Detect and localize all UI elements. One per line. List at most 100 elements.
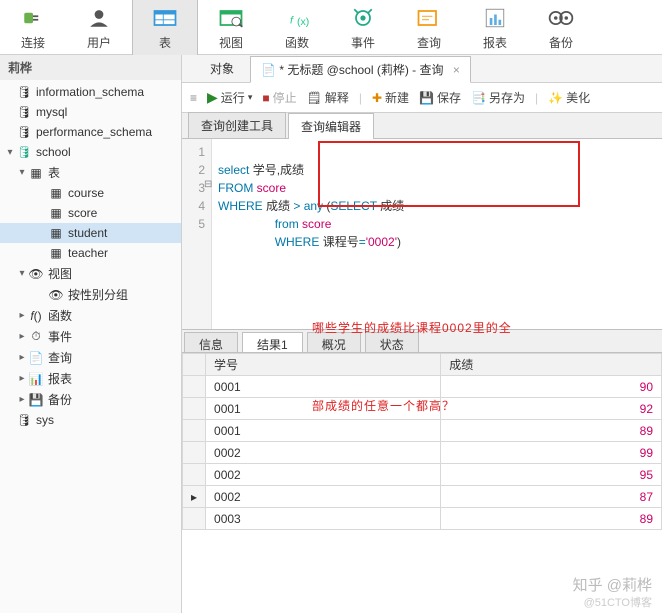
db-icon: 🛢 — [16, 124, 32, 140]
save-as-icon: 📑 — [471, 91, 486, 105]
explain-icon: 🗒 — [307, 91, 322, 105]
table-row[interactable]: 000389 — [183, 508, 662, 530]
row-marker — [183, 464, 206, 486]
explain-button[interactable]: 🗒解释 — [307, 89, 349, 106]
backup-button[interactable]: 备份 — [528, 0, 594, 55]
fn-icon: f() — [28, 308, 44, 324]
tab-query[interactable]: 📄 * 无标题 @school (莉桦) - 查询 × — [250, 56, 471, 83]
query-button[interactable]: 查询 — [396, 0, 462, 55]
query-toolbar: ≡ ▶运行▾ ■停止 🗒解释 | ✚新建 💾保存 📑另存为 | ✨美化 — [182, 83, 662, 113]
tab-builder[interactable]: 查询创建工具 — [188, 112, 286, 138]
table-icon — [149, 4, 181, 32]
sidebar: 莉桦 🛢information_schema 🛢mysql 🛢performan… — [0, 55, 182, 613]
views-icon: 👁 — [28, 266, 44, 282]
db-information-schema[interactable]: 🛢information_schema — [0, 82, 181, 102]
connection-name[interactable]: 莉桦 — [0, 55, 181, 80]
watermark-bottom: @51CTO博客 — [584, 594, 652, 610]
view-by-attr-group[interactable]: 👁按性别分组 — [0, 284, 181, 305]
node-backups[interactable]: ▸💾备份 — [0, 389, 181, 410]
highlight-box — [318, 141, 580, 207]
node-queries[interactable]: ▸📄查询 — [0, 347, 181, 368]
table-row[interactable]: ▸000287 — [183, 486, 662, 508]
query-icon — [413, 4, 445, 32]
table-student[interactable]: ▦student — [0, 223, 181, 243]
connect-button[interactable]: 连接 — [0, 0, 66, 55]
table-teacher[interactable]: ▦teacher — [0, 243, 181, 263]
cell-score[interactable]: 87 — [441, 486, 662, 508]
close-icon[interactable]: × — [453, 63, 460, 77]
expand-icon[interactable]: ▸ — [16, 394, 28, 405]
row-marker: ▸ — [183, 486, 206, 508]
tab-objects[interactable]: 对象 — [200, 56, 244, 81]
expand-icon[interactable]: ▸ — [16, 310, 28, 321]
db-mysql[interactable]: 🛢mysql — [0, 102, 181, 122]
expand-icon[interactable]: ▸ — [16, 373, 28, 384]
table-score[interactable]: ▦score — [0, 203, 181, 223]
user-button[interactable]: 用户 — [66, 0, 132, 55]
user-label: 用户 — [87, 34, 111, 51]
sql-editor[interactable]: 1 2 3 4 5 ⊟ select 学号,成绩 FROM score WHER… — [182, 139, 662, 329]
chevron-down-icon: ▾ — [248, 92, 253, 103]
db-sys[interactable]: 🛢sys — [0, 410, 181, 430]
query-label: 查询 — [417, 34, 441, 51]
main-panel: 对象 📄 * 无标题 @school (莉桦) - 查询 × ≡ ▶运行▾ ■停… — [182, 55, 662, 613]
table-course[interactable]: ▦course — [0, 183, 181, 203]
node-tables[interactable]: ▾▦表 — [0, 162, 181, 183]
node-reports[interactable]: ▸📊报表 — [0, 368, 181, 389]
editor-tabs: 对象 📄 * 无标题 @school (莉桦) - 查询 × — [182, 55, 662, 83]
report-small-icon: 📊 — [28, 371, 44, 387]
stop-button: ■停止 — [262, 89, 296, 106]
db-performance-schema[interactable]: 🛢performance_schema — [0, 122, 181, 142]
db-icon: 🛢 — [16, 144, 32, 160]
backup-small-icon: 💾 — [28, 392, 44, 408]
run-button[interactable]: ▶运行▾ — [207, 89, 252, 106]
save-icon: 💾 — [419, 91, 434, 105]
code-area[interactable]: select 学号,成绩 FROM score WHERE 成绩 > any (… — [212, 139, 662, 329]
main-toolbar: 连接 用户 表 视图 f(x) 函数 事件 查询 — [0, 0, 662, 55]
event-button[interactable]: 事件 — [330, 0, 396, 55]
row-marker — [183, 508, 206, 530]
info-icon[interactable]: ≡ — [190, 91, 197, 105]
expand-icon[interactable]: ▸ — [16, 352, 28, 363]
beautify-icon: ✨ — [548, 91, 563, 105]
node-functions[interactable]: ▸f()函数 — [0, 305, 181, 326]
save-as-button[interactable]: 📑另存为 — [471, 89, 525, 106]
collapse-icon[interactable]: ▾ — [16, 268, 28, 279]
tab-result1[interactable]: 结果1 — [242, 332, 303, 352]
expand-icon[interactable]: ▸ — [16, 331, 28, 342]
node-events[interactable]: ▸⏱事件 — [0, 326, 181, 347]
table-label: 表 — [159, 34, 171, 51]
table-item-icon: ▦ — [48, 185, 64, 201]
report-label: 报表 — [483, 34, 507, 51]
event-icon — [347, 4, 379, 32]
function-button[interactable]: f(x) 函数 — [264, 0, 330, 55]
db-school[interactable]: ▾🛢school — [0, 142, 181, 162]
query-tab-icon: 📄 — [261, 63, 276, 77]
row-marker — [183, 398, 206, 420]
user-icon — [83, 4, 115, 32]
annotation-text: 哪些学生的成绩比课程0002里的全 部成绩的任意一个都高？ — [312, 263, 512, 471]
tab-editor[interactable]: 查询编辑器 — [288, 113, 374, 139]
cell-id[interactable]: 0003 — [206, 508, 441, 530]
beautify-button[interactable]: ✨美化 — [548, 89, 590, 106]
tab-info[interactable]: 信息 — [184, 332, 238, 352]
view-item-icon: 👁 — [48, 287, 64, 303]
node-views[interactable]: ▾👁视图 — [0, 263, 181, 284]
row-marker — [183, 442, 206, 464]
new-button[interactable]: ✚新建 — [372, 89, 409, 106]
backup-label: 备份 — [549, 34, 573, 51]
row-marker-header — [183, 354, 206, 376]
play-icon: ▶ — [207, 89, 218, 106]
cell-score[interactable]: 89 — [441, 508, 662, 530]
tree: 🛢information_schema 🛢mysql 🛢performance_… — [0, 80, 181, 432]
function-icon: f(x) — [281, 4, 313, 32]
cell-id[interactable]: 0002 — [206, 486, 441, 508]
report-button[interactable]: 报表 — [462, 0, 528, 55]
row-marker — [183, 420, 206, 442]
save-button[interactable]: 💾保存 — [419, 89, 461, 106]
table-button[interactable]: 表 — [132, 0, 198, 55]
collapse-icon[interactable]: ▾ — [4, 147, 16, 158]
view-button[interactable]: 视图 — [198, 0, 264, 55]
table-item-icon: ▦ — [48, 225, 64, 241]
collapse-icon[interactable]: ▾ — [16, 167, 28, 178]
